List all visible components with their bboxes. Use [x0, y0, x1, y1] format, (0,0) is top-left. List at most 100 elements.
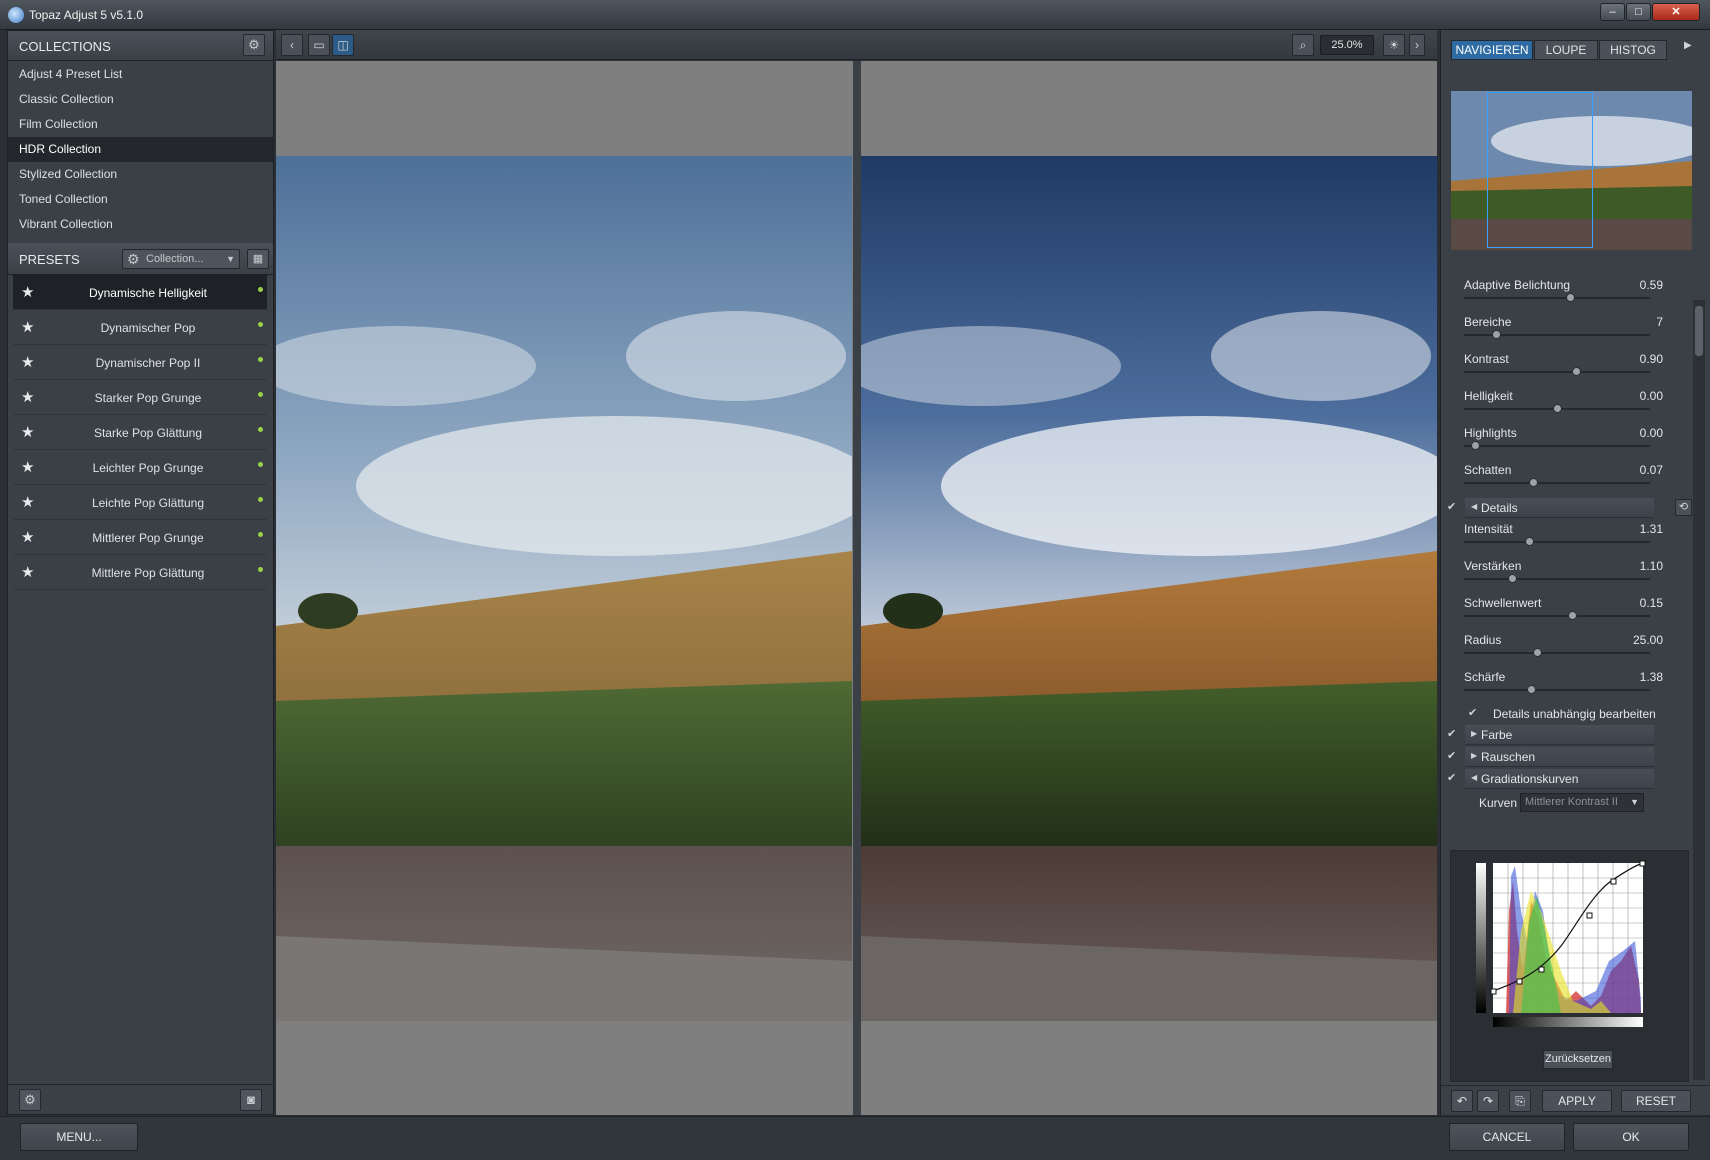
star-icon[interactable]: ★ — [21, 353, 34, 371]
apply-button[interactable]: APPLY — [1542, 1090, 1612, 1112]
star-icon[interactable]: ★ — [21, 493, 34, 511]
check-icon[interactable]: ✔ — [1447, 727, 1456, 740]
ok-button[interactable]: OK — [1573, 1123, 1689, 1151]
stamp-icon[interactable]: ⎘ — [1509, 1090, 1531, 1112]
zoom-level[interactable]: 25.0% — [1320, 35, 1374, 55]
grid-view-icon[interactable]: ▦ — [247, 249, 269, 269]
section-header[interactable]: ▶ Rauschen — [1465, 747, 1654, 767]
preset-item[interactable]: ★ Dynamischer Pop — [13, 310, 267, 345]
redo-icon[interactable]: ↷ — [1477, 1090, 1499, 1112]
collections-gear-icon[interactable]: ⚙ — [243, 34, 265, 56]
camera-icon[interactable]: ◙ — [240, 1089, 262, 1111]
collection-item[interactable]: Classic Collection — [8, 87, 273, 112]
settings-gear-icon[interactable]: ⚙ — [19, 1089, 41, 1111]
slider-value[interactable]: 0.90 — [1640, 352, 1663, 366]
slider-value[interactable]: 0.59 — [1640, 278, 1663, 292]
slider-value[interactable]: 1.38 — [1640, 670, 1663, 684]
slider-track[interactable] — [1464, 371, 1650, 373]
slider-thumb[interactable] — [1532, 648, 1542, 657]
minimize-icon[interactable]: ‒ — [1600, 3, 1625, 21]
slider-thumb[interactable] — [1571, 367, 1581, 376]
section-details[interactable]: ✔ ◀ Details ⟲ — [1441, 497, 1710, 519]
collection-filter-dropdown[interactable]: ⚙ Collection... ▼ — [122, 249, 240, 269]
star-icon[interactable]: ★ — [21, 318, 34, 336]
slider-track[interactable] — [1464, 541, 1650, 543]
processed-image[interactable] — [861, 156, 1437, 1021]
section-header[interactable]: ▶ Farbe — [1465, 725, 1654, 745]
section-curves[interactable]: ✔ ◀ Gradiationskurven — [1441, 768, 1710, 790]
collection-item[interactable]: Film Collection — [8, 112, 273, 137]
light-bulb-icon[interactable]: ☀ — [1383, 34, 1405, 56]
check-icon[interactable]: ✔ — [1447, 771, 1456, 784]
section-1[interactable]: ✔ ▶ Rauschen — [1441, 746, 1710, 768]
slider-track[interactable] — [1464, 297, 1650, 299]
preset-item[interactable]: ★ Dynamische Helligkeit — [13, 275, 267, 310]
details-independent-checkbox[interactable]: ✔ Details unabhängig bearbeiten — [1441, 704, 1710, 724]
slider-track[interactable] — [1464, 445, 1650, 447]
slider-thumb[interactable] — [1567, 611, 1577, 620]
preset-item[interactable]: ★ Dynamischer Pop II — [13, 345, 267, 380]
navigator-thumbnail[interactable] — [1451, 91, 1692, 250]
slider-value[interactable]: 1.31 — [1640, 522, 1663, 536]
preset-item[interactable]: ★ Starker Pop Grunge — [13, 380, 267, 415]
star-icon[interactable]: ★ — [21, 283, 34, 301]
slider-track[interactable] — [1464, 482, 1650, 484]
slider-value[interactable]: 0.15 — [1640, 596, 1663, 610]
preset-item[interactable]: ★ Mittlerer Pop Grunge — [13, 520, 267, 555]
maximize-icon[interactable]: □ — [1626, 3, 1651, 21]
reset-button[interactable]: RESET — [1621, 1090, 1691, 1112]
adjustments-scrollbar[interactable] — [1693, 300, 1705, 1080]
slider-thumb[interactable] — [1508, 574, 1518, 583]
single-view-icon[interactable]: ▭ — [308, 34, 330, 56]
tabs-scroll-right-icon[interactable]: ▶ — [1684, 40, 1692, 51]
scrollbar-thumb[interactable] — [1695, 306, 1703, 356]
star-icon[interactable]: ★ — [21, 423, 34, 441]
slider-value[interactable]: 0.00 — [1640, 426, 1663, 440]
preview-canvas[interactable] — [276, 61, 1437, 1115]
slider-track[interactable] — [1464, 578, 1650, 580]
star-icon[interactable]: ★ — [21, 458, 34, 476]
check-icon[interactable]: ✔ — [1447, 500, 1456, 513]
star-icon[interactable]: ★ — [21, 563, 34, 581]
undo-icon[interactable]: ↶ — [1451, 1090, 1473, 1112]
slider-thumb[interactable] — [1528, 478, 1538, 487]
menu-button[interactable]: MENU... — [20, 1123, 138, 1151]
slider-thumb[interactable] — [1526, 685, 1536, 694]
preset-item[interactable]: ★ Starke Pop Glättung — [13, 415, 267, 450]
slider-thumb[interactable] — [1525, 537, 1535, 546]
slider-track[interactable] — [1464, 689, 1650, 691]
slider-track[interactable] — [1464, 615, 1650, 617]
chevron-right-icon[interactable]: › — [1409, 34, 1425, 56]
slider-value[interactable]: 0.07 — [1640, 463, 1663, 477]
preset-item[interactable]: ★ Leichte Pop Glättung — [13, 485, 267, 520]
section-header[interactable]: ◀ Gradiationskurven — [1465, 769, 1654, 789]
tab-loupe[interactable]: LOUPE — [1534, 40, 1598, 60]
section-reset-icon[interactable]: ⟲ — [1675, 499, 1692, 516]
slider-thumb[interactable] — [1566, 293, 1576, 302]
tab-histogram[interactable]: HISTOG — [1599, 40, 1667, 60]
curves-preset-dropdown[interactable]: Mittlerer Kontrast II ▼ — [1520, 793, 1644, 812]
slider-value[interactable]: 7 — [1656, 315, 1663, 329]
preset-item[interactable]: ★ Leichter Pop Grunge — [13, 450, 267, 485]
collection-item[interactable]: Adjust 4 Preset List — [8, 62, 273, 87]
split-view-icon[interactable]: ◫ — [332, 34, 354, 56]
check-icon[interactable]: ✔ — [1468, 706, 1477, 719]
slider-track[interactable] — [1464, 652, 1650, 654]
section-0[interactable]: ✔ ▶ Farbe — [1441, 724, 1710, 746]
collection-item[interactable]: Stylized Collection — [8, 162, 273, 187]
slider-thumb[interactable] — [1553, 404, 1562, 413]
tab-navigieren[interactable]: NAVIGIEREN — [1451, 40, 1533, 60]
slider-value[interactable]: 1.10 — [1640, 559, 1663, 573]
navigator-viewport[interactable] — [1487, 92, 1593, 248]
check-icon[interactable]: ✔ — [1447, 749, 1456, 762]
reset-curve-button[interactable]: Zurücksetzen — [1543, 1050, 1613, 1069]
slider-value[interactable]: 25.00 — [1633, 633, 1663, 647]
slider-thumb[interactable] — [1491, 330, 1501, 339]
preset-item[interactable]: ★ Mittlere Pop Glättung — [13, 555, 267, 590]
collection-item[interactable]: Toned Collection — [8, 187, 273, 212]
star-icon[interactable]: ★ — [21, 388, 34, 406]
chevron-left-icon[interactable]: ‹ — [281, 34, 303, 56]
slider-value[interactable]: 0.00 — [1640, 389, 1663, 403]
cancel-button[interactable]: CANCEL — [1449, 1123, 1565, 1151]
original-image[interactable] — [276, 156, 852, 1021]
